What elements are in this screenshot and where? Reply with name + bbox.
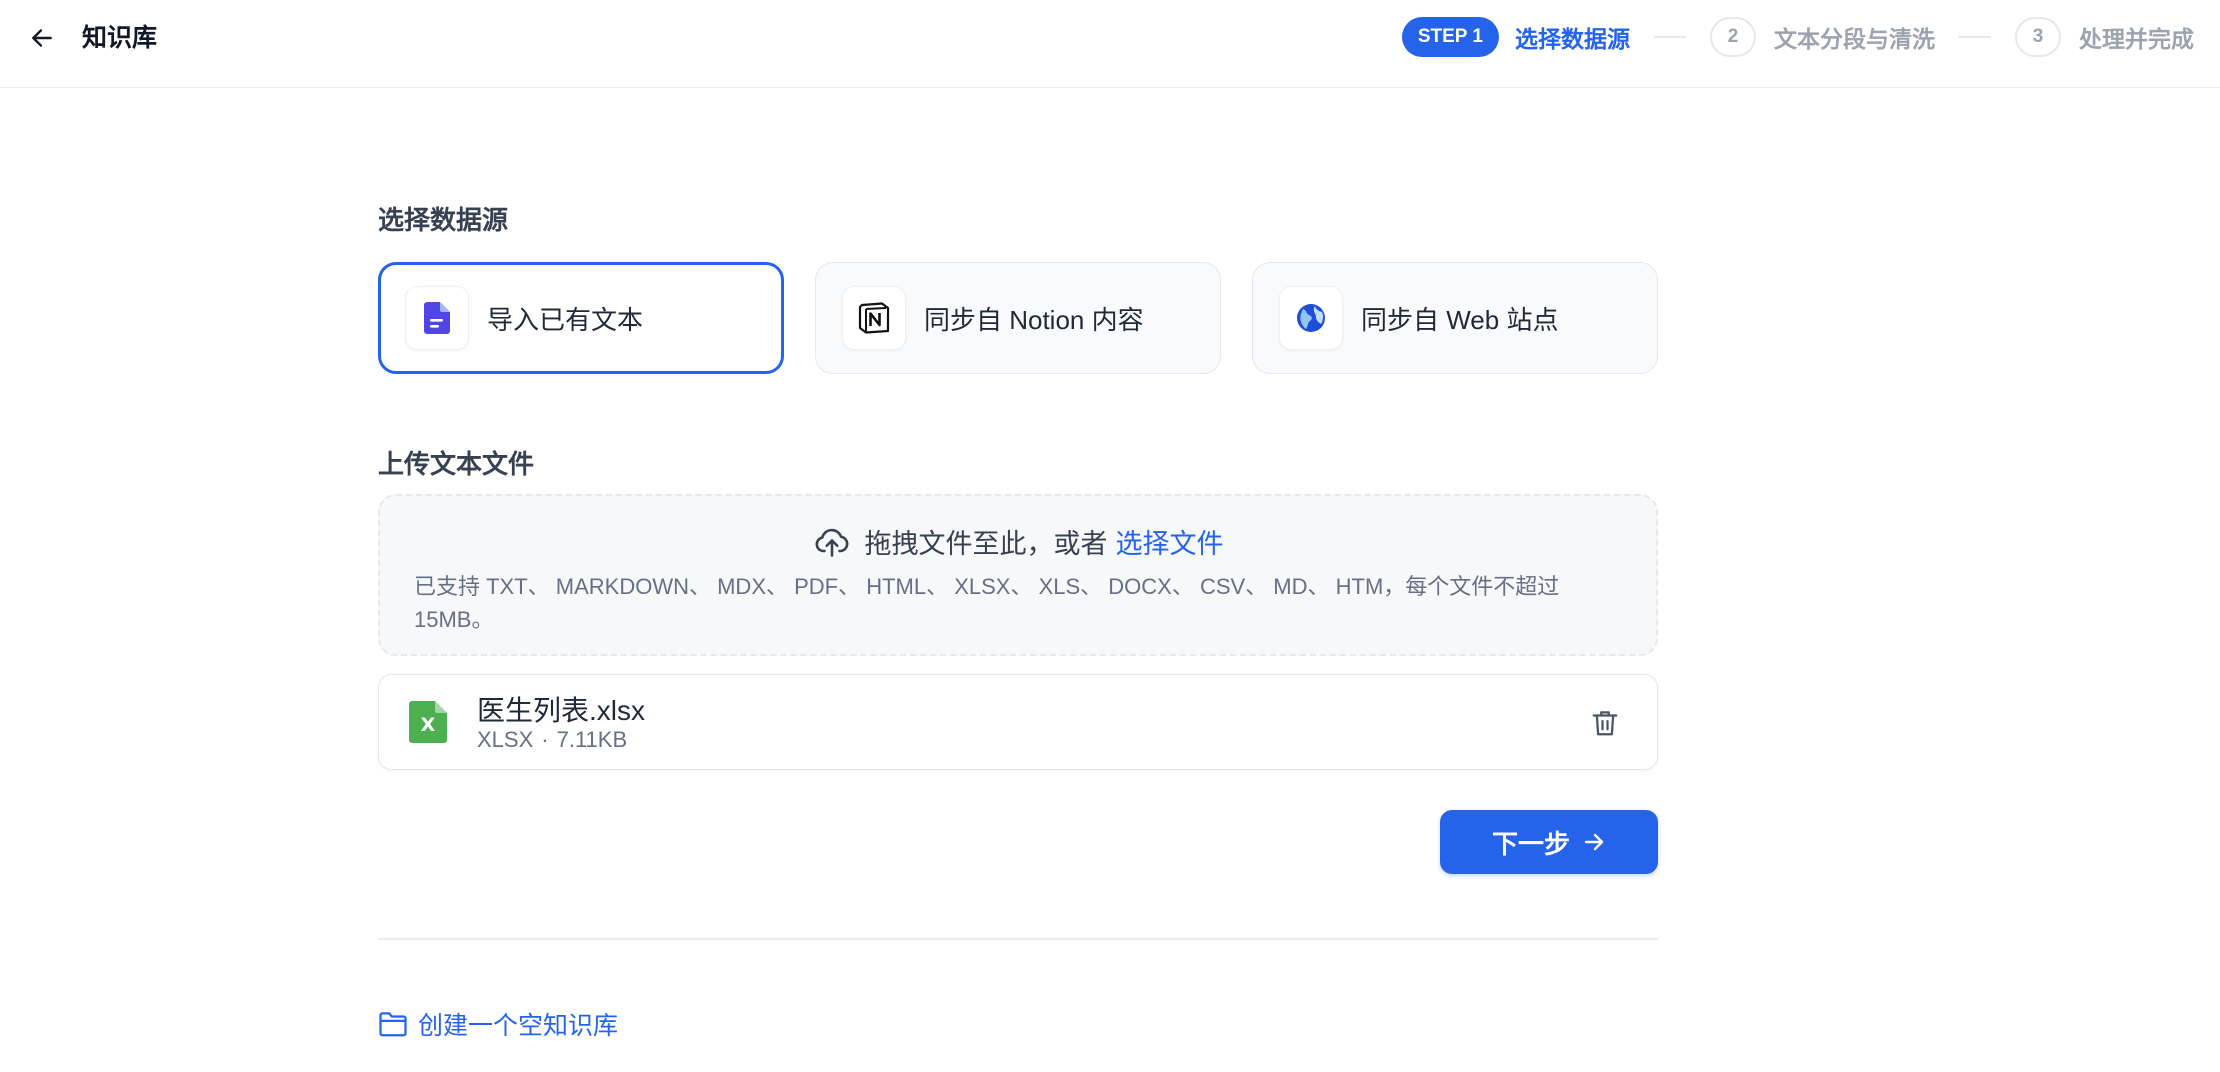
step1-label: 选择数据源 [1515, 26, 1630, 52]
step1-pill: STEP 1 [1401, 17, 1499, 57]
excel-file-icon: X [409, 701, 447, 743]
next-step-label: 下一步 [1491, 828, 1570, 859]
source-icon-wrapper [842, 286, 906, 350]
arrow-left-icon [32, 29, 52, 47]
create-empty-kb-label: 创建一个空知识库 [418, 1012, 619, 1040]
drop-text-row: 拖拽文件至此，或者 选择文件 [380, 522, 1656, 561]
source-option-label: 导入已有文本 [487, 304, 644, 335]
step-connector [1959, 36, 1991, 38]
create-empty-kb-link[interactable]: 创建一个空知识库 [378, 1006, 618, 1042]
step3-label: 处理并完成 [2079, 26, 2194, 52]
notion-icon [858, 302, 890, 334]
uploaded-file-item: X 医生列表.xlsx XLSX · 7.11KB [378, 674, 1658, 770]
source-option-label: 同步自 Notion 内容 [924, 304, 1144, 335]
stepper: STEP 1 选择数据源 2 文本分段与清洗 3 处理并完成 [1401, 17, 2194, 57]
source-option-import-text[interactable]: 导入已有文本 [378, 262, 784, 374]
source-option-web[interactable]: 同步自 Web 站点 [1252, 262, 1658, 374]
data-source-title: 选择数据源 [378, 205, 509, 235]
step2-label: 文本分段与清洗 [1774, 26, 1935, 52]
page-title: 知识库 [82, 24, 158, 52]
meta-separator: · [541, 727, 549, 752]
upload-hint: 已支持 TXT、 MARKDOWN、 MDX、 PDF、 HTML、 XLSX、… [414, 574, 1560, 632]
drop-text: 拖拽文件至此，或者 [864, 529, 1108, 559]
source-option-notion[interactable]: 同步自 Notion 内容 [815, 262, 1221, 374]
file-meta: XLSX · 7.11KB [477, 727, 627, 753]
step3-number: 3 [2015, 17, 2061, 57]
back-button[interactable] [26, 22, 58, 54]
next-step-button[interactable]: 下一步 [1440, 810, 1658, 874]
upload-title: 上传文本文件 [378, 449, 535, 479]
cloud-upload-icon [815, 528, 848, 557]
source-option-label: 同步自 Web 站点 [1361, 304, 1559, 335]
file-drop-zone[interactable]: 拖拽文件至此，或者 选择文件 已支持 TXT、 MARKDOWN、 MDX、 P… [378, 494, 1658, 656]
file-name: 医生列表.xlsx [477, 695, 646, 726]
section-divider [378, 938, 1658, 940]
delete-file-button[interactable] [1587, 705, 1623, 741]
trash-icon [1592, 711, 1618, 736]
source-icon-wrapper [405, 286, 469, 350]
source-icon-wrapper [1279, 286, 1343, 350]
folder-icon [379, 1012, 407, 1037]
step-connector [1654, 36, 1686, 38]
file-size: 7.11KB [556, 727, 628, 752]
top-header: 知识库 STEP 1 选择数据源 2 文本分段与清洗 3 处理并完成 [0, 0, 2220, 88]
excel-icon-letter: X [421, 714, 436, 736]
step2-number: 2 [1710, 17, 1756, 57]
choose-file-link[interactable]: 选择文件 [1116, 522, 1224, 561]
document-icon [424, 302, 450, 334]
globe-icon [1297, 304, 1325, 332]
file-type: XLSX [477, 727, 534, 752]
arrow-right-icon [1584, 833, 1604, 851]
